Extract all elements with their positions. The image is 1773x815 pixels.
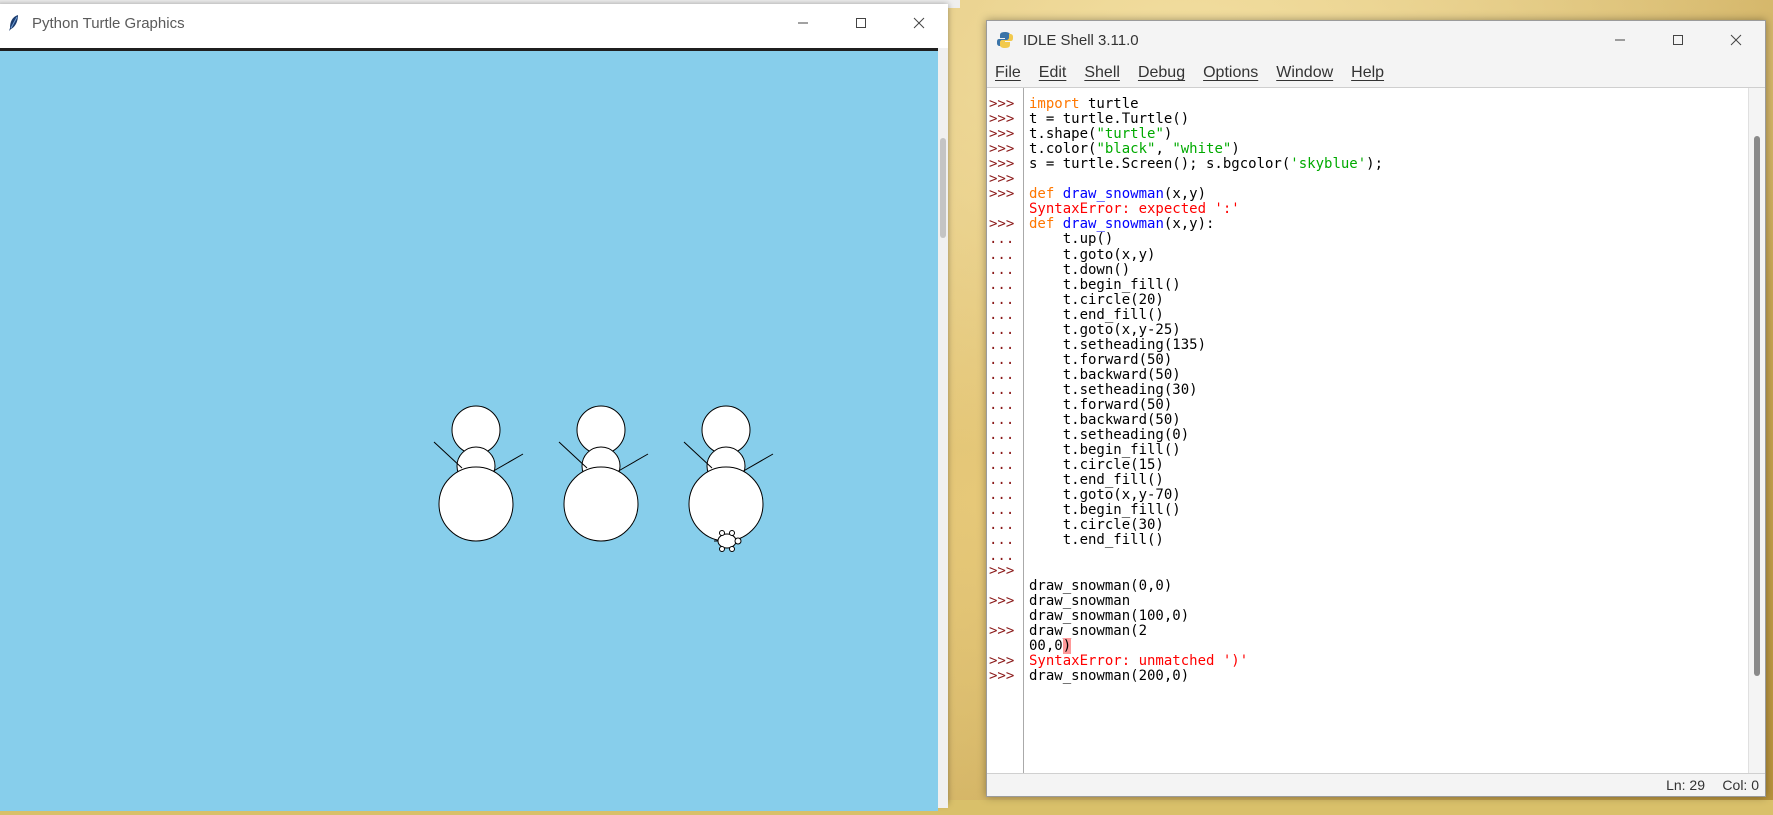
prompt-gutter: >>> >>> >>> >>> >>> >>> >>> >>>................… bbox=[987, 88, 1024, 774]
maximize-button[interactable] bbox=[1649, 21, 1707, 59]
snowman-2 bbox=[558, 405, 649, 542]
turtle-graphics-window[interactable]: Python Turtle Graphics bbox=[0, 4, 948, 811]
shell-line: draw_snowman(200,0) bbox=[1029, 667, 1190, 684]
shell-prompt: >>> bbox=[989, 186, 1015, 203]
turtle-titlebar[interactable]: Python Turtle Graphics bbox=[0, 4, 948, 42]
scrollbar-thumb[interactable] bbox=[1754, 136, 1760, 676]
menu-debug[interactable]: Debug bbox=[1129, 64, 1194, 82]
minimize-button[interactable] bbox=[774, 4, 832, 42]
shell-line: s = turtle.Screen(); s.bgcolor('skyblue'… bbox=[1029, 156, 1384, 173]
shell-line: t.end_fill() bbox=[1029, 532, 1164, 549]
shell-area[interactable]: >>> >>> >>> >>> >>> >>> >>> >>>................… bbox=[987, 87, 1765, 774]
idle-shell-window[interactable]: IDLE Shell 3.11.0 File Edit Shell Debug … bbox=[986, 20, 1766, 797]
column-number-status: Col: 0 bbox=[1722, 777, 1759, 793]
scrollbar-thumb[interactable] bbox=[940, 138, 946, 238]
window-title: Python Turtle Graphics bbox=[32, 14, 185, 32]
turtle-canvas[interactable] bbox=[0, 48, 938, 811]
shell-prompt: >>> bbox=[989, 667, 1015, 684]
window-title: IDLE Shell 3.11.0 bbox=[1023, 31, 1139, 49]
menu-file[interactable]: File bbox=[987, 64, 1030, 82]
window-controls bbox=[1591, 21, 1765, 59]
menu-edit[interactable]: Edit bbox=[1030, 64, 1076, 82]
close-button[interactable] bbox=[1707, 21, 1765, 59]
minimize-button[interactable] bbox=[1591, 21, 1649, 59]
snowman-drawing bbox=[433, 405, 774, 552]
line-number-status: Ln: 29 bbox=[1666, 777, 1705, 793]
feather-icon bbox=[4, 13, 24, 33]
status-bar: Ln: 29 Col: 0 bbox=[987, 773, 1765, 796]
menu-shell[interactable]: Shell bbox=[1075, 64, 1129, 82]
maximize-button[interactable] bbox=[832, 4, 890, 42]
shell-text[interactable]: import turtle t = turtle.Turtle() t.shape(… bbox=[1025, 88, 1747, 774]
shell-vertical-scrollbar[interactable] bbox=[1748, 88, 1765, 774]
close-button[interactable] bbox=[890, 4, 948, 42]
turtle-vertical-scrollbar[interactable] bbox=[938, 48, 948, 808]
shell-prompt: >>> bbox=[989, 592, 1015, 609]
snowman-3 bbox=[683, 405, 774, 542]
menu-options[interactable]: Options bbox=[1194, 64, 1267, 82]
shell-prompt: >>> bbox=[989, 622, 1015, 639]
window-controls bbox=[774, 4, 948, 42]
python-icon bbox=[995, 30, 1015, 50]
idle-titlebar[interactable]: IDLE Shell 3.11.0 bbox=[987, 21, 1765, 59]
shell-prompt: >>> bbox=[989, 562, 1015, 579]
menu-window[interactable]: Window bbox=[1267, 64, 1342, 82]
menu-help[interactable]: Help bbox=[1342, 64, 1393, 82]
menu-bar: File Edit Shell Debug Options Window Hel… bbox=[987, 59, 1765, 87]
snowman-1 bbox=[433, 405, 524, 542]
